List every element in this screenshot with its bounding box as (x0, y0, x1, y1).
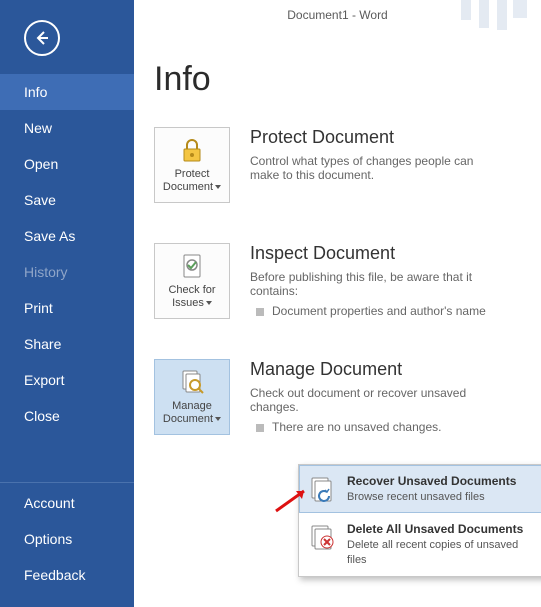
sidebar-label: History (24, 264, 68, 280)
manage-document-menu: Recover Unsaved Documents Browse recent … (298, 464, 541, 577)
sidebar-label: Options (24, 531, 72, 547)
sidebar-separator (0, 482, 134, 483)
menu-delete-all-unsaved[interactable]: Delete All Unsaved Documents Delete all … (299, 513, 541, 576)
back-arrow-icon (33, 29, 51, 47)
inspect-row: Check for Issues Inspect Document Before… (154, 243, 521, 319)
bullet-icon (256, 308, 264, 316)
sidebar-item-share[interactable]: Share (0, 326, 134, 362)
sidebar-label: Open (24, 156, 58, 172)
sidebar-label: Print (24, 300, 53, 316)
sidebar-item-info[interactable]: Info (0, 74, 134, 110)
sidebar-label: Save (24, 192, 56, 208)
sidebar-label: Export (24, 372, 64, 388)
bullet-icon (256, 424, 264, 432)
menu-item-title: Recover Unsaved Documents (347, 473, 516, 489)
sidebar-label: Share (24, 336, 61, 352)
protect-desc: Control what types of changes people can… (250, 154, 490, 182)
check-for-issues-tile[interactable]: Check for Issues (154, 243, 230, 319)
info-main: Document1 - Word Info Protect Document P… (134, 0, 541, 607)
chevron-down-icon (215, 417, 221, 421)
sidebar-item-feedback[interactable]: Feedback (0, 557, 134, 593)
sidebar-item-save-as[interactable]: Save As (0, 218, 134, 254)
manage-desc: Check out document or recover unsaved ch… (250, 386, 490, 414)
document-search-icon (178, 368, 206, 396)
tile-label: Protect Document (163, 168, 213, 193)
sidebar-item-history: History (0, 254, 134, 290)
chevron-down-icon (206, 301, 212, 305)
manage-bullet: There are no unsaved changes. (250, 420, 490, 434)
sidebar-item-print[interactable]: Print (0, 290, 134, 326)
lock-icon (178, 136, 206, 164)
sidebar-item-account[interactable]: Account (0, 485, 134, 521)
menu-recover-unsaved[interactable]: Recover Unsaved Documents Browse recent … (299, 465, 541, 513)
delete-icon (307, 521, 339, 553)
sidebar-item-close[interactable]: Close (0, 398, 134, 434)
sidebar-item-save[interactable]: Save (0, 182, 134, 218)
tile-label: Manage Document (163, 400, 213, 425)
sidebar-label: New (24, 120, 52, 136)
protect-document-tile[interactable]: Protect Document (154, 127, 230, 203)
manage-title: Manage Document (250, 359, 490, 380)
menu-item-desc: Browse recent unsaved files (347, 490, 516, 505)
back-button[interactable] (24, 20, 60, 56)
protect-row: Protect Document Protect Document Contro… (154, 127, 521, 203)
chevron-down-icon (215, 185, 221, 189)
sidebar-label: Save As (24, 228, 75, 244)
tile-label: Check for Issues (168, 284, 215, 309)
sidebar-label: Info (24, 84, 47, 100)
sidebar-label: Close (24, 408, 60, 424)
sidebar-label: Account (24, 495, 75, 511)
bullet-text: Document properties and author's name (272, 304, 486, 318)
sidebar-item-options[interactable]: Options (0, 521, 134, 557)
sidebar-item-new[interactable]: New (0, 110, 134, 146)
annotation-arrow (274, 485, 314, 515)
menu-item-title: Delete All Unsaved Documents (347, 521, 539, 537)
inspect-bullet: Document properties and author's name (250, 304, 490, 318)
inspect-icon (178, 252, 206, 280)
menu-item-desc: Delete all recent copies of unsaved file… (347, 538, 539, 568)
inspect-desc: Before publishing this file, be aware th… (250, 270, 490, 298)
manage-document-tile[interactable]: Manage Document (154, 359, 230, 435)
protect-text: Protect Document Control what types of c… (250, 127, 490, 203)
manage-row: Manage Document Manage Document Check ou… (154, 359, 521, 435)
sidebar-label: Feedback (24, 567, 85, 583)
inspect-title: Inspect Document (250, 243, 490, 264)
page-title: Info (154, 60, 521, 99)
manage-text: Manage Document Check out document or re… (250, 359, 490, 435)
inspect-text: Inspect Document Before publishing this … (250, 243, 490, 319)
sidebar-item-open[interactable]: Open (0, 146, 134, 182)
sidebar-item-export[interactable]: Export (0, 362, 134, 398)
protect-title: Protect Document (250, 127, 490, 148)
window-title: Document1 - Word (134, 8, 541, 22)
bullet-text: There are no unsaved changes. (272, 420, 441, 434)
backstage-sidebar: Info New Open Save Save As History Print… (0, 0, 134, 607)
